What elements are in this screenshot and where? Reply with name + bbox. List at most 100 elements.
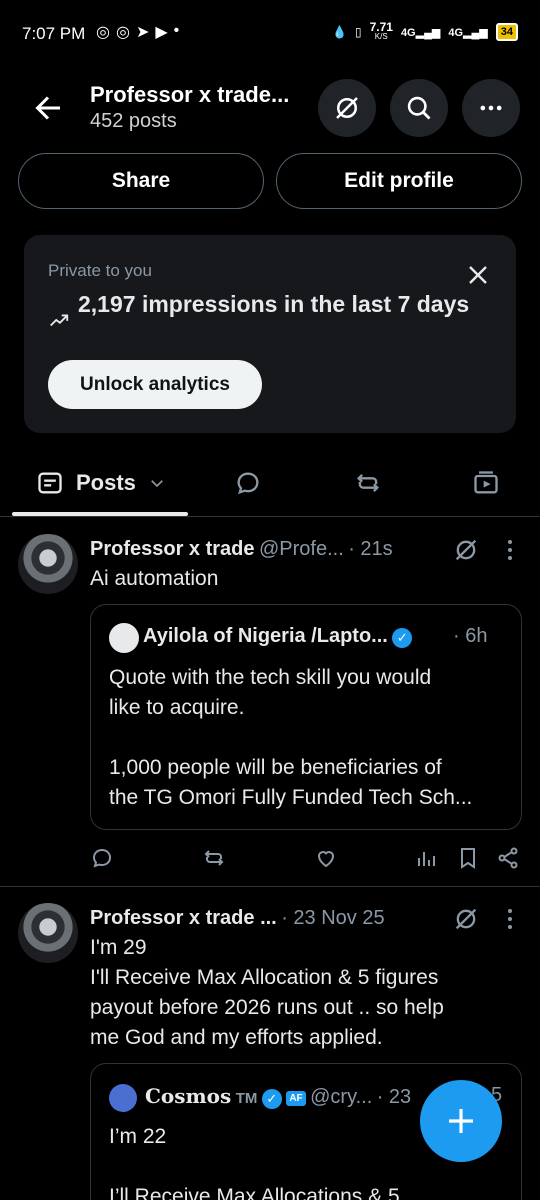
tab-posts[interactable]: Posts: [36, 469, 166, 497]
author-handle: @Profe...: [258, 538, 344, 560]
avatar: [109, 1084, 137, 1112]
repost-button[interactable]: [202, 846, 226, 875]
more-icon: [480, 105, 502, 111]
heart-icon: [317, 851, 335, 868]
analytics-card: Private to you 2,197 impressions in the …: [24, 235, 516, 433]
quoted-header: Ayilola of Nigeria /Lapto... ✓: [143, 625, 413, 648]
quoted-text-line: I’ll Receive Max Allocations & 5: [109, 1185, 400, 1200]
dot-icon: •: [173, 22, 180, 39]
tab-posts-label: Posts: [76, 470, 136, 495]
tweet-header: Professor x trade ... · 23 Nov 25: [90, 907, 385, 930]
trademark-label: TM: [235, 1090, 258, 1107]
views-button[interactable]: [414, 846, 438, 875]
posts-count: 452 posts: [90, 110, 177, 132]
signal-icon: 4G▂▄▆: [400, 26, 441, 39]
reply-icon: [92, 848, 112, 868]
private-label: Private to you: [48, 261, 152, 280]
tab-replies[interactable]: [234, 469, 262, 502]
close-button[interactable]: [466, 263, 490, 292]
verified-icon: ✓: [261, 1088, 282, 1109]
tweet-text: Ai automation: [90, 567, 219, 590]
search-button[interactable]: [390, 79, 448, 137]
affiliate-badge: AF: [286, 1091, 306, 1107]
profile-header: Professor x trade... 452 posts: [0, 70, 540, 150]
tweet-time: · 21s: [348, 538, 393, 560]
posts-icon: [38, 472, 62, 494]
profile-tabs: Posts: [0, 455, 540, 517]
tweet-item[interactable]: Professor x trade @Profe... · 21s Ai aut…: [0, 518, 540, 886]
tab-reposts[interactable]: [354, 469, 382, 502]
vibrate-icon: ▯: [354, 25, 362, 39]
trending-icon: [48, 309, 70, 336]
active-tab-indicator: [12, 512, 188, 516]
tweet-text-line: I'm 29: [90, 936, 147, 959]
share-icon: [498, 847, 518, 869]
video-icon: [474, 471, 498, 494]
notification-icons: ◎ ◎ ➤ ▶ •: [96, 22, 179, 42]
whatsapp-icon: ◎: [96, 24, 110, 41]
close-icon: [469, 266, 487, 284]
grok-icon[interactable]: [452, 905, 480, 938]
whatsapp-icon: ◎: [115, 24, 130, 41]
author-name[interactable]: Professor x trade: [90, 538, 255, 560]
quoted-handle: @cry...: [310, 1086, 373, 1108]
bookmark-button[interactable]: [456, 846, 480, 875]
quoted-text-line: 1,000 people will be beneficiaries of: [109, 756, 442, 779]
signal-icon: 4G▂▄▆: [448, 26, 488, 39]
avatar: [109, 623, 139, 653]
more-button[interactable]: [462, 79, 520, 137]
page-title: Professor x trade...: [90, 82, 290, 107]
more-vertical-icon[interactable]: [500, 907, 520, 936]
back-button[interactable]: [30, 90, 66, 126]
unlock-analytics-button[interactable]: Unlock analytics: [48, 360, 262, 409]
bar-chart-icon: [418, 852, 435, 866]
tweet-header: Professor x trade @Profe... · 21s: [90, 538, 393, 561]
quoted-author-name: Ayilola of Nigeria /Lapto...: [143, 625, 388, 647]
author-name[interactable]: Professor x trade ...: [90, 907, 277, 929]
reply-button[interactable]: [90, 846, 114, 875]
tab-media[interactable]: [472, 469, 500, 502]
avatar[interactable]: [18, 903, 78, 963]
avatar[interactable]: [18, 534, 78, 594]
tweet-text-line: I'll Receive Max Allocation & 5 figures: [90, 966, 439, 989]
impressions-text: 2,197 impressions in the last 7 days: [78, 291, 470, 317]
quoted-header: Cosmos TM ✓ AF @cry... · 23: [145, 1084, 411, 1109]
chevron-down-icon: [151, 480, 163, 488]
bookmark-icon: [461, 848, 475, 869]
network-type-2: 4G: [448, 26, 464, 39]
quoted-time: · 6h: [453, 625, 488, 647]
status-bar: 7:07 PM ◎ ◎ ➤ ▶ • 💧 ▯ 7.71 K/S 4G▂▄▆ 4G▂…: [0, 0, 540, 70]
more-vertical-icon[interactable]: [500, 538, 520, 567]
compose-button[interactable]: [420, 1080, 502, 1162]
plus-icon: [449, 1109, 473, 1133]
arrow-left-icon: [35, 96, 60, 120]
data-saver-icon: 💧: [332, 25, 347, 39]
verified-icon: ✓: [392, 627, 413, 648]
quoted-tweet[interactable]: Ayilola of Nigeria /Lapto... ✓ · 6h Quot…: [90, 604, 522, 830]
quoted-author-name: Cosmos: [145, 1084, 232, 1108]
youtube-icon: ▶: [155, 24, 168, 41]
reply-icon: [237, 472, 259, 495]
quoted-time: · 23: [376, 1086, 412, 1108]
grok-icon: [336, 97, 358, 119]
tweet-time: · 23 Nov 25: [281, 907, 385, 929]
tweet-text-line: payout before 2026 runs out .. so help: [90, 996, 444, 1019]
like-button[interactable]: [314, 846, 338, 875]
repost-icon: [357, 474, 379, 492]
grok-icon[interactable]: [452, 536, 480, 569]
share-post-button[interactable]: [496, 846, 520, 875]
network-speed: 7.71 K/S: [369, 20, 393, 42]
quoted-text-line: I’m 22: [109, 1125, 167, 1148]
telegram-icon: ➤: [135, 24, 150, 41]
system-icons: 💧 ▯ 7.71 K/S 4G▂▄▆ 4G▂▄▆ 34: [332, 20, 518, 42]
search-icon: [407, 96, 431, 120]
share-button[interactable]: Share: [18, 153, 264, 209]
repost-icon: [204, 850, 224, 866]
edit-profile-button[interactable]: Edit profile: [276, 153, 522, 209]
network-speed-value: 7.71: [369, 20, 393, 34]
quoted-text-line: like to acquire.: [109, 696, 245, 719]
status-time: 7:07 PM: [22, 24, 86, 43]
grok-button[interactable]: [318, 79, 376, 137]
battery-icon: 34: [495, 23, 518, 41]
quoted-text-line: the TG Omori Fully Funded Tech Sch...: [109, 786, 473, 809]
